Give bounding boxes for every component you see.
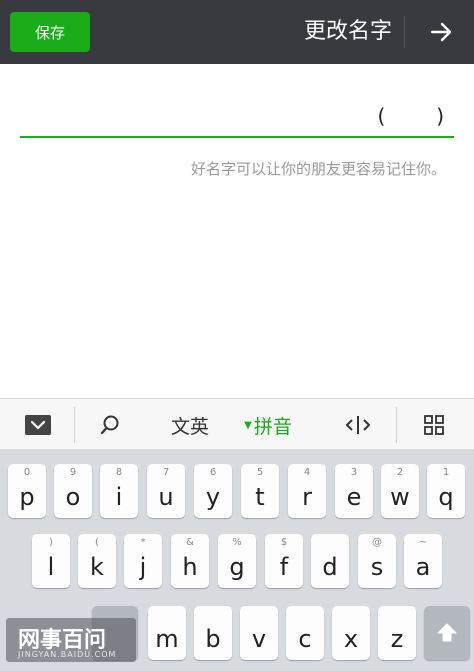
key-label: k (90, 553, 104, 581)
key-c[interactable]: c (286, 606, 324, 660)
key-t[interactable]: 5t (241, 464, 279, 518)
key-sub-label: 9 (69, 467, 77, 478)
key-sub-label: & (186, 537, 194, 548)
key-g[interactable]: % g (218, 534, 256, 588)
key-sub-label: @ (372, 537, 382, 548)
key-v[interactable]: v (240, 606, 278, 660)
key-sub-label: 5 (256, 467, 264, 478)
key-sub-label: 2 (396, 467, 404, 478)
key-label: i (115, 483, 123, 511)
key-label: a (415, 553, 431, 581)
key-label: l (47, 553, 55, 581)
key-x[interactable]: x (332, 606, 370, 660)
key-sub-label: 6 (209, 467, 217, 478)
key-label: t (255, 483, 265, 511)
key-sub-label: $ (280, 537, 288, 548)
search-icon[interactable] (88, 399, 132, 451)
hint-text: 好名字可以让你的朋友更容易记住你。 (190, 160, 446, 178)
key-z[interactable]: z (378, 606, 416, 660)
key-label: m (155, 625, 179, 653)
key-label: e (346, 483, 362, 511)
toolbar-divider (74, 407, 75, 443)
key-label: f (279, 553, 289, 581)
pinyin-label: 拼音 (253, 415, 292, 438)
key-sub-label: ~ (418, 537, 428, 548)
page-title: 更改名字 (303, 19, 392, 44)
keyboard-collapse-icon[interactable] (14, 399, 62, 451)
key-label: y (205, 483, 221, 511)
key-sub-label: % (232, 537, 242, 548)
key-u[interactable]: 7u (147, 464, 185, 518)
key-i[interactable]: 8i (100, 464, 138, 518)
key-k[interactable]: (k (78, 534, 116, 588)
keyboard-toolbar: 文英 ▼ 拼音 (0, 398, 474, 450)
key-sub-label: ( (95, 537, 99, 548)
name-input[interactable] (20, 96, 454, 136)
key-sub-label: ) (49, 537, 53, 548)
name-input-underline (20, 136, 454, 138)
key-label: q (438, 483, 454, 511)
key-label: o (65, 483, 81, 511)
key-label: w (390, 483, 410, 511)
key-label: z (390, 625, 404, 653)
key-m[interactable]: m (148, 606, 186, 660)
key-label: r (302, 483, 312, 511)
key-sub-label: * (140, 537, 146, 548)
pinyin-mode[interactable]: ▼ 拼音 (240, 399, 296, 451)
key-label: b (205, 625, 221, 653)
arrow-right-icon[interactable] (430, 20, 454, 48)
key-sub-label: 8 (115, 467, 123, 478)
title-divider (404, 16, 405, 48)
key-r[interactable]: 4r (288, 464, 326, 518)
shift-key[interactable] (424, 606, 470, 660)
key-label: x (343, 625, 359, 653)
key-label: v (251, 625, 267, 653)
key-sub-label: 4 (303, 467, 311, 478)
key-l[interactable]: ) l (32, 534, 70, 588)
key-o[interactable]: 9o (54, 464, 92, 518)
title-bar: 保存 更改名字 (0, 0, 474, 64)
key-h[interactable]: & h (171, 534, 209, 588)
key-label: d (322, 553, 338, 581)
key-label: j (139, 553, 147, 581)
key-label: h (182, 553, 198, 581)
key-y[interactable]: 6y (194, 464, 232, 518)
watermark-subtext: JINGYAN.BAIDU.COM (18, 650, 117, 659)
key-d[interactable]: d (311, 534, 349, 588)
key-label: u (158, 483, 174, 511)
key-q[interactable]: 1q (427, 464, 465, 518)
toolbar-divider (396, 407, 397, 443)
key-f[interactable]: $ f (265, 534, 303, 588)
save-button[interactable]: 保存 (10, 12, 90, 52)
key-a[interactable]: ~ a (404, 534, 442, 588)
key-b[interactable]: b (194, 606, 232, 660)
shift-arrow-icon (435, 621, 459, 649)
key-p[interactable]: 0p (8, 464, 46, 518)
key-sub-label: 1 (442, 467, 450, 478)
dropdown-triangle-icon: ▼ (244, 419, 252, 431)
watermark: 网事百问 JINGYAN.BAIDU.COM (6, 618, 136, 662)
grid-icon[interactable] (412, 399, 456, 451)
cursor-move-icon[interactable] (336, 399, 380, 451)
key-w[interactable]: 2w (381, 464, 419, 518)
key-sub-label: 7 (162, 467, 170, 478)
key-label: c (298, 625, 312, 653)
key-label: g (229, 553, 245, 581)
key-sub-label: 3 (350, 467, 358, 478)
key-j[interactable]: * j (124, 534, 162, 588)
key-sub-label: 0 (23, 467, 31, 478)
key-s[interactable]: @ s (358, 534, 396, 588)
wenying-toggle[interactable]: 文英 (160, 399, 220, 451)
key-label: s (370, 553, 384, 581)
key-label: p (19, 483, 35, 511)
key-e[interactable]: 3e (335, 464, 373, 518)
